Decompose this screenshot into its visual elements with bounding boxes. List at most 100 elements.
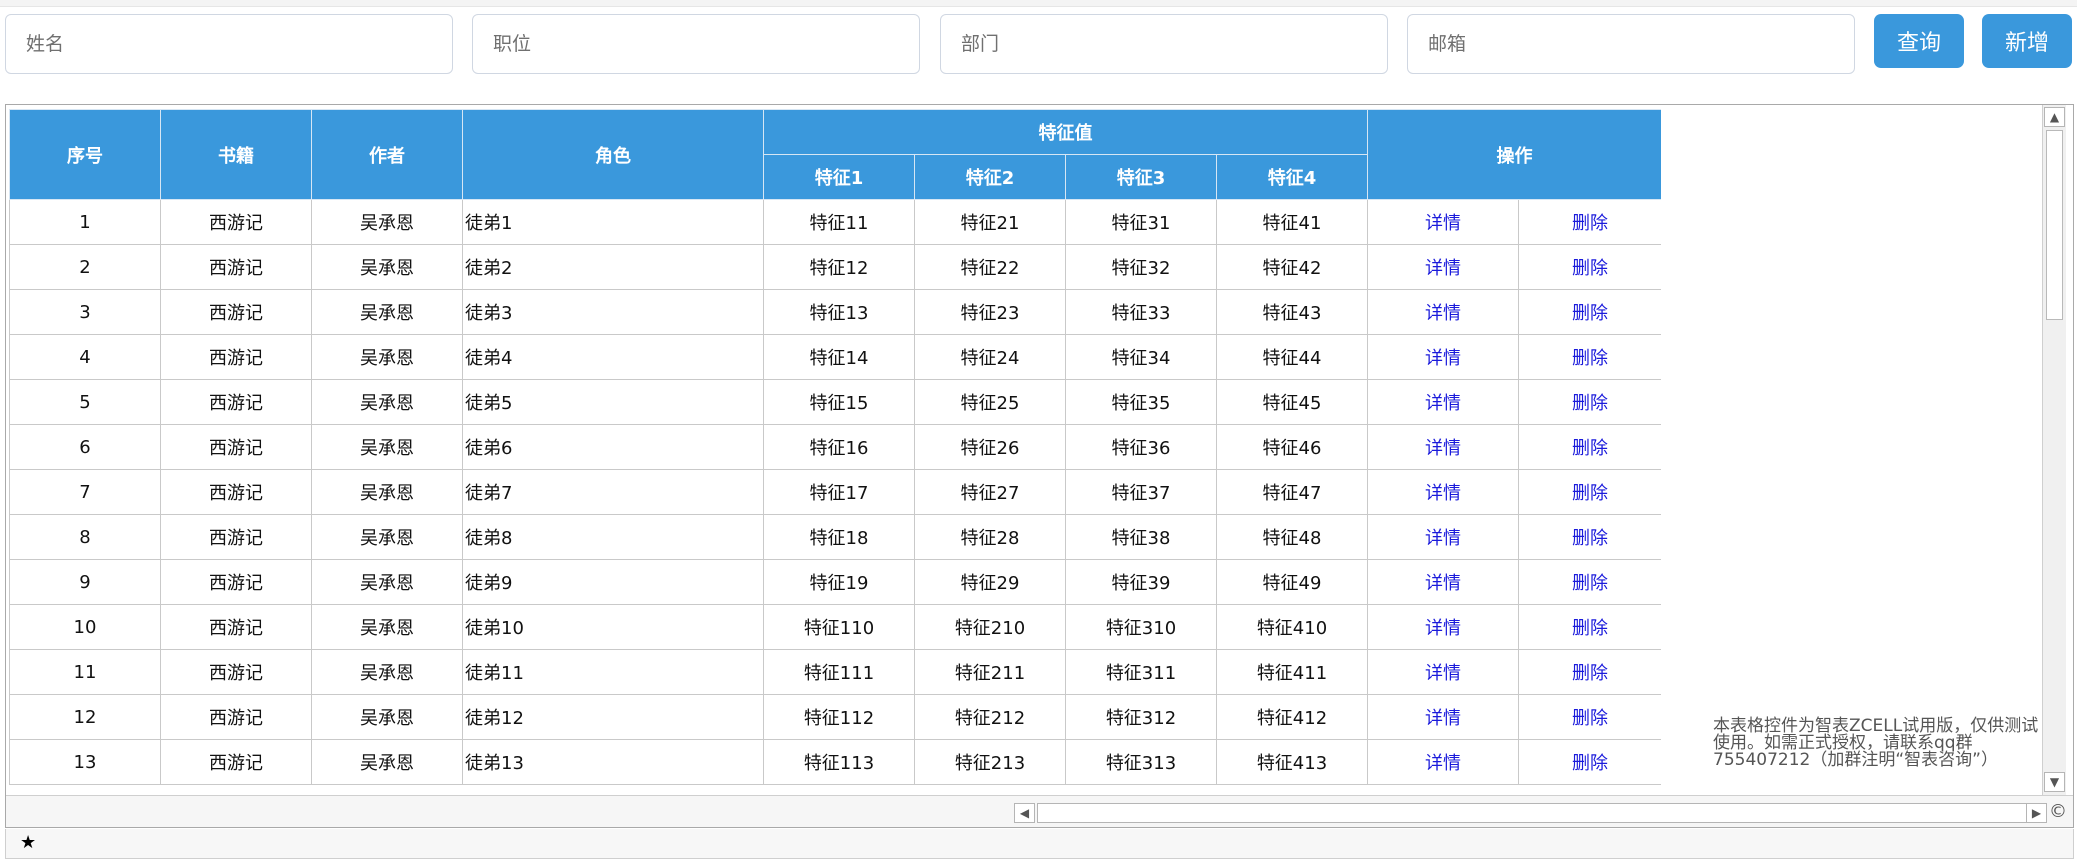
table-row[interactable]: 6 西游记 吴承恩 徒弟6 特征16 特征26 特征36 特征46 详情 删除: [9, 424, 1661, 470]
vertical-scroll-thumb[interactable]: [2046, 130, 2063, 320]
row-role-cell[interactable]: 徒弟10: [462, 604, 764, 650]
header-feature2[interactable]: 特征2: [914, 154, 1066, 200]
row-index-cell[interactable]: 4: [9, 334, 161, 380]
row-feature2-cell[interactable]: 特征213: [914, 739, 1066, 785]
table-row[interactable]: 3 西游记 吴承恩 徒弟3 特征13 特征23 特征33 特征43 详情 删除: [9, 289, 1661, 335]
detail-link[interactable]: 详情: [1367, 514, 1519, 560]
detail-link[interactable]: 详情: [1367, 334, 1519, 380]
table-row[interactable]: 9 西游记 吴承恩 徒弟9 特征19 特征29 特征39 特征49 详情 删除: [9, 559, 1661, 605]
row-feature2-cell[interactable]: 特征28: [914, 514, 1066, 560]
delete-link[interactable]: 删除: [1518, 244, 1661, 290]
delete-link[interactable]: 删除: [1518, 604, 1661, 650]
row-index-cell[interactable]: 2: [9, 244, 161, 290]
row-book-cell[interactable]: 西游记: [160, 199, 312, 245]
row-feature2-cell[interactable]: 特征25: [914, 379, 1066, 425]
row-feature1-cell[interactable]: 特征15: [763, 379, 915, 425]
row-index-cell[interactable]: 3: [9, 289, 161, 335]
header-author[interactable]: 作者: [311, 109, 463, 200]
detail-link[interactable]: 详情: [1367, 694, 1519, 740]
row-author-cell[interactable]: 吴承恩: [311, 604, 463, 650]
horizontal-scroll-thumb[interactable]: [1037, 803, 2033, 823]
department-input[interactable]: [940, 14, 1388, 74]
row-feature2-cell[interactable]: 特征210: [914, 604, 1066, 650]
row-feature3-cell[interactable]: 特征33: [1065, 289, 1217, 335]
row-feature1-cell[interactable]: 特征112: [763, 694, 915, 740]
row-feature3-cell[interactable]: 特征35: [1065, 379, 1217, 425]
row-index-cell[interactable]: 5: [9, 379, 161, 425]
row-feature1-cell[interactable]: 特征14: [763, 334, 915, 380]
row-book-cell[interactable]: 西游记: [160, 514, 312, 560]
name-input[interactable]: [5, 14, 453, 74]
row-author-cell[interactable]: 吴承恩: [311, 469, 463, 515]
row-feature4-cell[interactable]: 特征410: [1216, 604, 1368, 650]
detail-link[interactable]: 详情: [1367, 244, 1519, 290]
row-feature3-cell[interactable]: 特征31: [1065, 199, 1217, 245]
row-index-cell[interactable]: 11: [9, 649, 161, 695]
row-feature3-cell[interactable]: 特征34: [1065, 334, 1217, 380]
row-feature3-cell[interactable]: 特征39: [1065, 559, 1217, 605]
row-author-cell[interactable]: 吴承恩: [311, 379, 463, 425]
row-feature1-cell[interactable]: 特征113: [763, 739, 915, 785]
delete-link[interactable]: 删除: [1518, 199, 1661, 245]
row-feature4-cell[interactable]: 特征46: [1216, 424, 1368, 470]
row-author-cell[interactable]: 吴承恩: [311, 199, 463, 245]
scroll-right-icon[interactable]: ▶: [2026, 803, 2047, 823]
row-feature3-cell[interactable]: 特征38: [1065, 514, 1217, 560]
delete-link[interactable]: 删除: [1518, 379, 1661, 425]
detail-link[interactable]: 详情: [1367, 379, 1519, 425]
row-book-cell[interactable]: 西游记: [160, 739, 312, 785]
row-feature1-cell[interactable]: 特征19: [763, 559, 915, 605]
row-author-cell[interactable]: 吴承恩: [311, 694, 463, 740]
table-row[interactable]: 4 西游记 吴承恩 徒弟4 特征14 特征24 特征34 特征44 详情 删除: [9, 334, 1661, 380]
row-feature4-cell[interactable]: 特征47: [1216, 469, 1368, 515]
detail-link[interactable]: 详情: [1367, 559, 1519, 605]
header-role[interactable]: 角色: [462, 109, 764, 200]
row-author-cell[interactable]: 吴承恩: [311, 244, 463, 290]
delete-link[interactable]: 删除: [1518, 739, 1661, 785]
row-feature1-cell[interactable]: 特征18: [763, 514, 915, 560]
detail-link[interactable]: 详情: [1367, 199, 1519, 245]
table-row[interactable]: 10 西游记 吴承恩 徒弟10 特征110 特征210 特征310 特征410 详情 删除: [9, 604, 1661, 650]
position-input[interactable]: [472, 14, 920, 74]
row-feature4-cell[interactable]: 特征43: [1216, 289, 1368, 335]
row-feature3-cell[interactable]: 特征310: [1065, 604, 1217, 650]
row-feature1-cell[interactable]: 特征12: [763, 244, 915, 290]
row-feature2-cell[interactable]: 特征27: [914, 469, 1066, 515]
row-index-cell[interactable]: 9: [9, 559, 161, 605]
row-book-cell[interactable]: 西游记: [160, 559, 312, 605]
row-author-cell[interactable]: 吴承恩: [311, 559, 463, 605]
detail-link[interactable]: 详情: [1367, 424, 1519, 470]
detail-link[interactable]: 详情: [1367, 649, 1519, 695]
row-author-cell[interactable]: 吴承恩: [311, 514, 463, 560]
row-role-cell[interactable]: 徒弟6: [462, 424, 764, 470]
row-feature1-cell[interactable]: 特征11: [763, 199, 915, 245]
scroll-down-icon[interactable]: ▼: [2044, 772, 2065, 792]
row-role-cell[interactable]: 徒弟8: [462, 514, 764, 560]
row-feature4-cell[interactable]: 特征45: [1216, 379, 1368, 425]
row-book-cell[interactable]: 西游记: [160, 469, 312, 515]
row-feature4-cell[interactable]: 特征412: [1216, 694, 1368, 740]
header-actions[interactable]: 操作: [1367, 109, 1661, 200]
row-index-cell[interactable]: 13: [9, 739, 161, 785]
row-author-cell[interactable]: 吴承恩: [311, 424, 463, 470]
delete-link[interactable]: 删除: [1518, 289, 1661, 335]
row-feature4-cell[interactable]: 特征413: [1216, 739, 1368, 785]
row-feature4-cell[interactable]: 特征49: [1216, 559, 1368, 605]
row-feature1-cell[interactable]: 特征17: [763, 469, 915, 515]
delete-link[interactable]: 删除: [1518, 694, 1661, 740]
email-input[interactable]: [1407, 14, 1855, 74]
detail-link[interactable]: 详情: [1367, 739, 1519, 785]
row-book-cell[interactable]: 西游记: [160, 649, 312, 695]
vertical-scrollbar[interactable]: ▲ ▼: [2042, 105, 2066, 795]
delete-link[interactable]: 删除: [1518, 469, 1661, 515]
table-row[interactable]: 13 西游记 吴承恩 徒弟13 特征113 特征213 特征313 特征413 详情 删除: [9, 739, 1661, 785]
row-book-cell[interactable]: 西游记: [160, 289, 312, 335]
row-feature3-cell[interactable]: 特征37: [1065, 469, 1217, 515]
row-index-cell[interactable]: 7: [9, 469, 161, 515]
row-author-cell[interactable]: 吴承恩: [311, 289, 463, 335]
row-feature4-cell[interactable]: 特征41: [1216, 199, 1368, 245]
row-book-cell[interactable]: 西游记: [160, 604, 312, 650]
row-role-cell[interactable]: 徒弟5: [462, 379, 764, 425]
row-book-cell[interactable]: 西游记: [160, 424, 312, 470]
row-role-cell[interactable]: 徒弟13: [462, 739, 764, 785]
